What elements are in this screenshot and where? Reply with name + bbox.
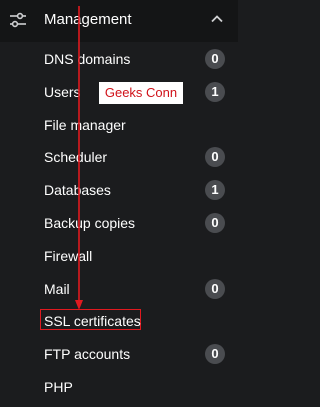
count-badge: 0 [205, 278, 225, 299]
count-badge: 0 [205, 49, 225, 69]
menu-item-firewall[interactable]: Firewall [0, 240, 238, 273]
menu-item-label: Backup copies [44, 214, 136, 231]
section-title: Management [44, 11, 132, 28]
menu-item-scheduler[interactable]: Scheduler 0 [0, 141, 238, 174]
menu-item-file-manager[interactable]: File manager [0, 109, 238, 142]
count-badge: 0 [205, 147, 225, 168]
menu-item-ssl-certificates[interactable]: SSL certificates [0, 305, 238, 338]
chevron-up-icon[interactable] [210, 12, 224, 26]
menu-item-label: Firewall [44, 247, 93, 264]
sliders-icon [9, 11, 27, 29]
menu-item-backup-copies[interactable]: Backup copies 0 [0, 207, 238, 240]
sidebar-panel: Management DNS domains 0 Users 1 File ma… [0, 0, 238, 407]
menu-item-mail[interactable]: Mail 0 [0, 273, 238, 306]
count-badge: 1 [205, 81, 225, 102]
menu-item-label: DNS domains [44, 51, 131, 67]
count-badge: 0 [205, 344, 225, 365]
menu-item-label: File manager [44, 116, 126, 133]
menu-item-label: Users [44, 83, 81, 100]
count-badge: 0 [205, 212, 225, 233]
menu-item-dns-domains[interactable]: DNS domains 0 [0, 43, 238, 76]
count-badge: 1 [205, 180, 225, 201]
management-section-header[interactable]: Management [0, 0, 238, 42]
menu-item-label: PHP [44, 378, 73, 395]
menu-item-databases[interactable]: Databases 1 [0, 174, 238, 207]
menu-item-label: Mail [44, 280, 70, 297]
menu-item-label: Scheduler [44, 149, 108, 166]
menu-item-ftp-accounts[interactable]: FTP accounts 0 [0, 338, 238, 371]
watermark-label: Geeks Conn [99, 82, 183, 104]
menu-item-label: FTP accounts [44, 346, 131, 363]
menu-item-label: SSL certificates [44, 313, 141, 330]
menu-item-php[interactable]: PHP [0, 371, 238, 404]
menu-item-label: Databases [44, 182, 111, 199]
